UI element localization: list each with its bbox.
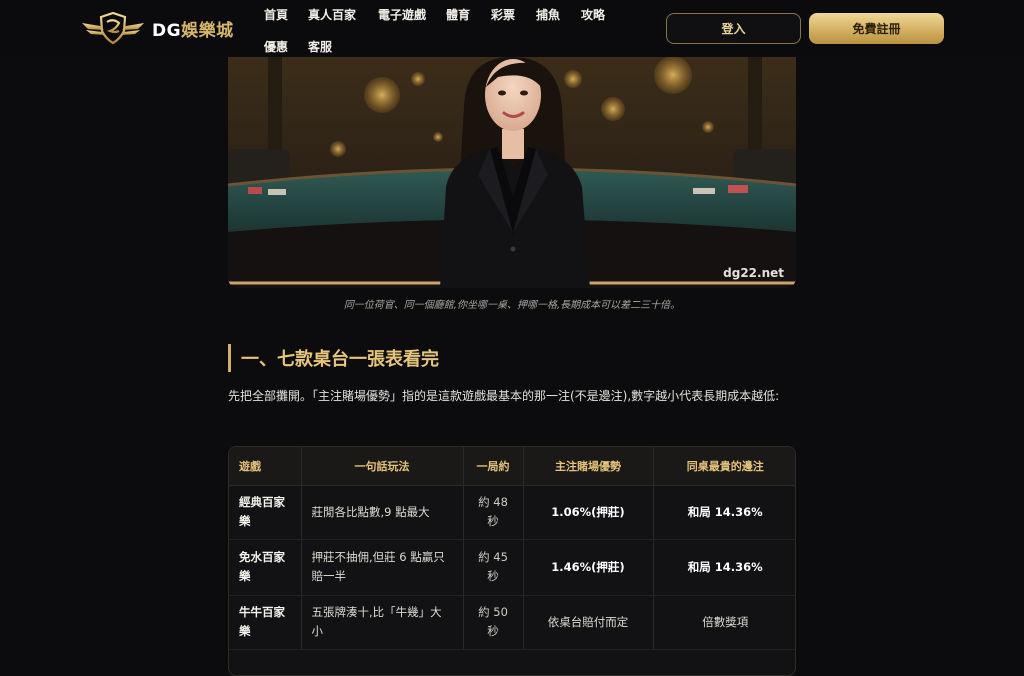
dealer-photo-illustration	[228, 57, 796, 288]
login-button[interactable]: 登入	[666, 13, 801, 44]
table-row: 免水百家樂 押莊不抽佣,但莊 6 點贏只賠一半 約 45 秒 1.46%(押莊)…	[229, 539, 795, 596]
cell-game: 牛牛百家樂	[229, 595, 302, 650]
nav-item-guides[interactable]: 攻略	[581, 6, 605, 23]
site-header: DG娛樂城 首頁 真人百家 電子遊戲 體育 彩票 捕魚 攻略 優惠 客服 登入 …	[0, 0, 1024, 57]
logo-emblem-icon	[82, 11, 144, 45]
hero-caption: 同一位荷官、同一個廳館,你坐哪一桌、押哪一格,長期成本可以差二三十倍。	[343, 300, 681, 311]
section-intro: 先把全部攤開。「主注賭場優勢」指的是這款遊戲最基本的那一注(不是邊注),數字越小…	[228, 389, 780, 403]
cell-round-time: 約 48 秒	[463, 485, 524, 540]
register-button[interactable]: 免費註冊	[809, 13, 944, 44]
cell-side-bet: 和局 14.36%	[653, 485, 795, 540]
nav-item-home[interactable]: 首頁	[264, 6, 288, 23]
nav-item-support[interactable]: 客服	[308, 38, 332, 55]
cell-main-edge: 1.46%(押莊)	[523, 539, 654, 596]
nav-item-sports[interactable]: 體育	[446, 6, 470, 23]
nav-item-live-baccarat[interactable]: 真人百家	[308, 6, 356, 23]
hero-image: dg22.net	[228, 57, 796, 288]
site-logo[interactable]: DG娛樂城	[80, 11, 234, 45]
table-header-main-edge: 主注賭場優勢	[523, 447, 654, 486]
table-header-game: 遊戲	[229, 447, 302, 486]
nav-item-fishing[interactable]: 捕魚	[536, 6, 560, 23]
table-header-round-time: 一局約	[463, 447, 524, 486]
table-row: 經典百家樂 莊閒各比點數,9 點最大 約 48 秒 1.06%(押莊) 和局 1…	[229, 485, 795, 540]
cell-rules: 押莊不抽佣,但莊 6 點贏只賠一半	[301, 539, 464, 596]
nav-item-lottery[interactable]: 彩票	[491, 6, 515, 23]
nav-item-promotions[interactable]: 優惠	[264, 38, 288, 55]
cell-rules: 五張牌湊十,比「牛幾」大小	[301, 595, 464, 650]
comparison-table: 遊戲 一句話玩法 一局約 主注賭場優勢 同桌最貴的邊注 經典百家樂 莊閒各比點數…	[228, 446, 796, 676]
cell-side-bet: 倍數獎項	[653, 595, 795, 650]
table-header-side-bet: 同桌最貴的邊注	[653, 447, 795, 486]
table-row: 牛牛百家樂 五張牌湊十,比「牛幾」大小 約 50 秒 依桌台賠付而定 倍數獎項	[229, 595, 795, 650]
logo-text: DG娛樂城	[152, 20, 234, 41]
section-heading: 一、七款桌台一張表看完	[228, 344, 439, 372]
cell-main-edge: 1.06%(押莊)	[523, 485, 654, 540]
main-nav: 首頁 真人百家 電子遊戲 體育 彩票 捕魚 攻略 優惠 客服	[262, 0, 622, 57]
hero-watermark: dg22.net	[723, 266, 784, 280]
cell-round-time: 約 50 秒	[463, 595, 524, 650]
nav-item-slots[interactable]: 電子遊戲	[378, 6, 426, 23]
cell-rules: 莊閒各比點數,9 點最大	[301, 485, 464, 540]
cell-game: 免水百家樂	[229, 539, 302, 596]
cell-side-bet: 和局 14.36%	[653, 539, 795, 596]
cell-main-edge: 依桌台賠付而定	[523, 595, 654, 650]
table-header-rules: 一句話玩法	[301, 447, 464, 486]
cell-game: 經典百家樂	[229, 485, 302, 540]
cell-round-time: 約 45 秒	[463, 539, 524, 596]
